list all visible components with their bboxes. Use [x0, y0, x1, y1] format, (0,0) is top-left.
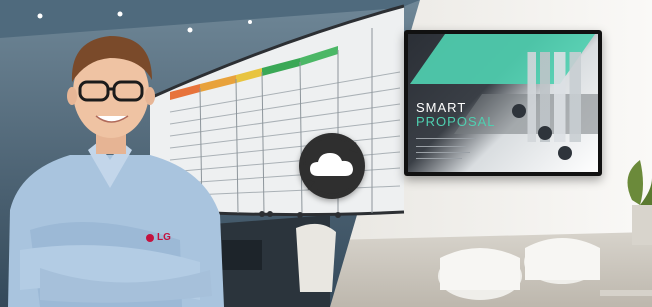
lg-logo: LG	[146, 232, 171, 243]
presentation-title-line1: SMART	[416, 100, 467, 115]
lg-logo-icon	[146, 233, 154, 242]
presentation-title-line2: PROPOSAL	[416, 114, 496, 129]
cloud-sync-icon	[302, 136, 362, 196]
cloud-sync-badge	[292, 126, 372, 206]
text-line	[416, 152, 470, 153]
chat-icon	[558, 146, 572, 160]
phone-icon	[538, 126, 552, 140]
text-line	[416, 158, 462, 159]
city-image	[522, 52, 592, 142]
people-icon	[512, 104, 526, 118]
lg-logo-text: LG	[157, 232, 171, 243]
display-screen: SMART PROPOSAL	[408, 34, 598, 172]
text-line	[416, 138, 476, 139]
promo-scene: LG SMART PROPOSAL	[0, 0, 652, 307]
text-line	[416, 146, 466, 147]
wall-display: SMART PROPOSAL	[404, 30, 602, 176]
